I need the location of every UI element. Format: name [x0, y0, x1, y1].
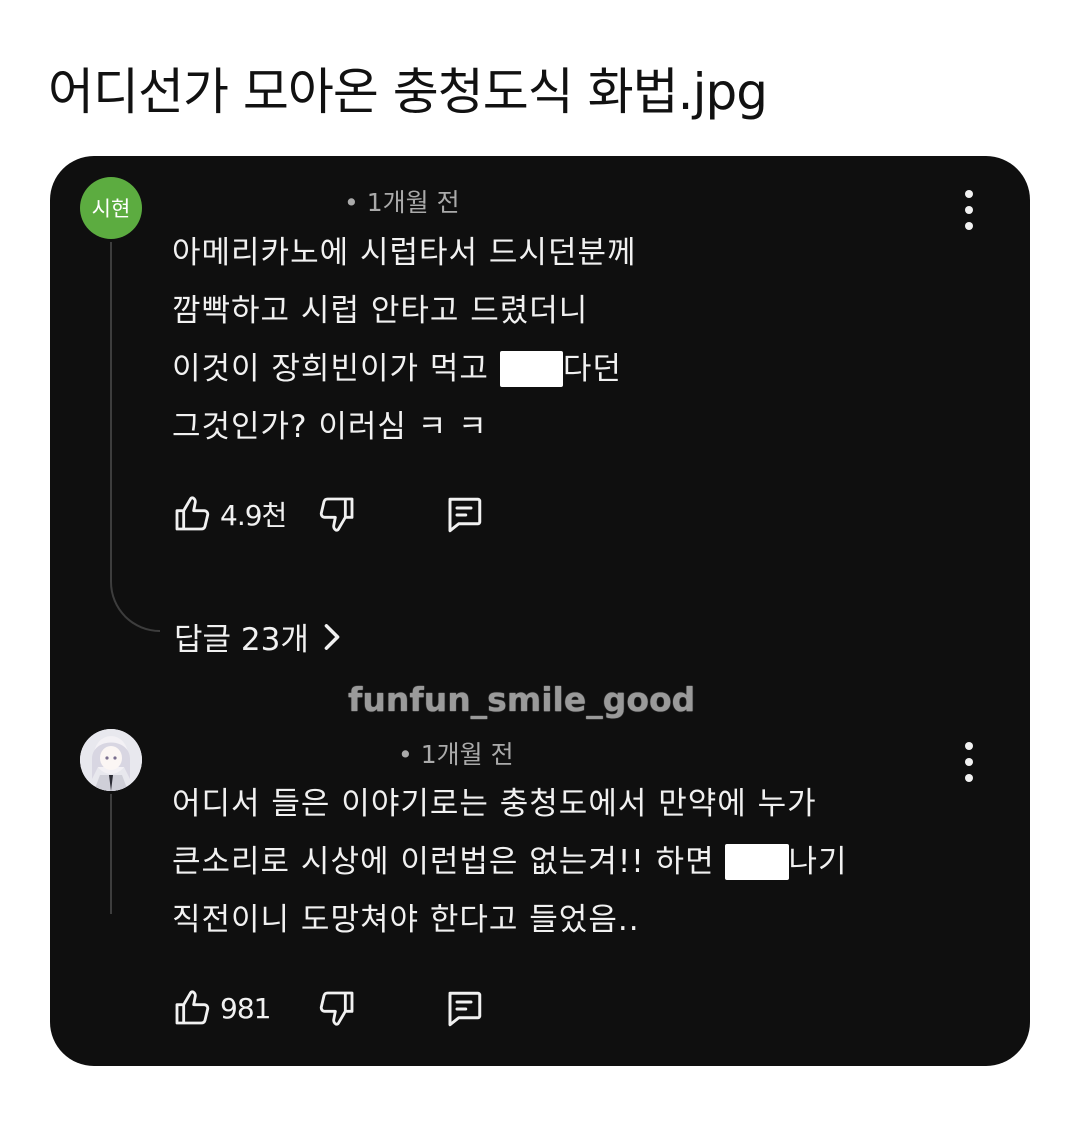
comment-line-text: 다던 [562, 351, 622, 387]
comment-line: 큰소리로 시상에 이런법은 없는겨!! 하면 난리나기 [172, 833, 848, 891]
avatar[interactable]: 시현 [80, 177, 142, 239]
watermark: funfun_smile_good [348, 680, 696, 719]
thread-connector-line [110, 242, 160, 632]
comment-line: 그것인가? 이러심 ㅋ ㅋ [172, 409, 488, 445]
thread-connector-line [110, 794, 112, 914]
separator-dot: • [344, 188, 359, 217]
chevron-right-icon [324, 623, 340, 650]
redacted-text: 디졌 [499, 351, 563, 387]
reply-button[interactable] [442, 988, 486, 1030]
like-button[interactable]: 4.9천 [172, 494, 287, 534]
comment-line-text: 나기 [788, 844, 848, 880]
like-button[interactable]: 981 [172, 988, 271, 1028]
dislike-icon [319, 497, 354, 532]
comment-line: 깜빡하고 시럽 안타고 드렸더니 [172, 293, 589, 329]
like-icon [175, 990, 210, 1025]
comment-timestamp: • 1개월 전 [344, 183, 460, 219]
like-count: 4.9천 [220, 499, 287, 532]
redacted-text: 난리 [725, 844, 789, 880]
replies-label: 답글 23개 [174, 622, 309, 658]
separator-dot: • [398, 740, 413, 769]
reply-icon [448, 497, 482, 533]
reply-icon [448, 991, 482, 1027]
more-vert-icon[interactable] [962, 742, 976, 782]
comment-time: 1개월 전 [366, 188, 460, 217]
comment-line: 이것이 장희빈이가 먹고 디졌다던 [172, 340, 637, 398]
dislike-button[interactable] [317, 494, 357, 534]
like-icon [175, 496, 210, 531]
like-count: 981 [220, 991, 271, 1025]
comment-body: 어디서 들은 이야기로는 충청도에서 만약에 누가 큰소리로 시상에 이런법은 … [172, 775, 848, 949]
post-title: 어디선가 모아온 충청도식 화법.jpg [48, 63, 768, 121]
more-vert-icon[interactable] [962, 190, 976, 230]
reply-button[interactable] [442, 494, 486, 536]
dislike-button[interactable] [317, 988, 357, 1028]
comment-line-text: 이것이 장희빈이가 먹고 [172, 351, 500, 387]
avatar-initials: 시현 [91, 197, 131, 221]
comment-timestamp: • 1개월 전 [398, 735, 514, 771]
dislike-icon [319, 991, 354, 1026]
view-replies-button[interactable]: 답글 23개 [174, 614, 341, 659]
comment-time: 1개월 전 [420, 740, 514, 769]
comment-line: 아메리카노에 시럽타서 드시던분께 [172, 235, 637, 271]
comment-line: 어디서 들은 이야기로는 충청도에서 만약에 누가 [172, 786, 817, 822]
anime-avatar-icon [80, 729, 142, 791]
comment-body: 아메리카노에 시럽타서 드시던분께 깜빡하고 시럽 안타고 드렸더니 이것이 장… [172, 224, 637, 456]
comment-line-text: 큰소리로 시상에 이런법은 없는겨!! 하면 [172, 844, 726, 880]
avatar[interactable] [80, 729, 142, 791]
comment-line: 직전이니 도망쳐야 한다고 들었음.. [172, 902, 640, 938]
